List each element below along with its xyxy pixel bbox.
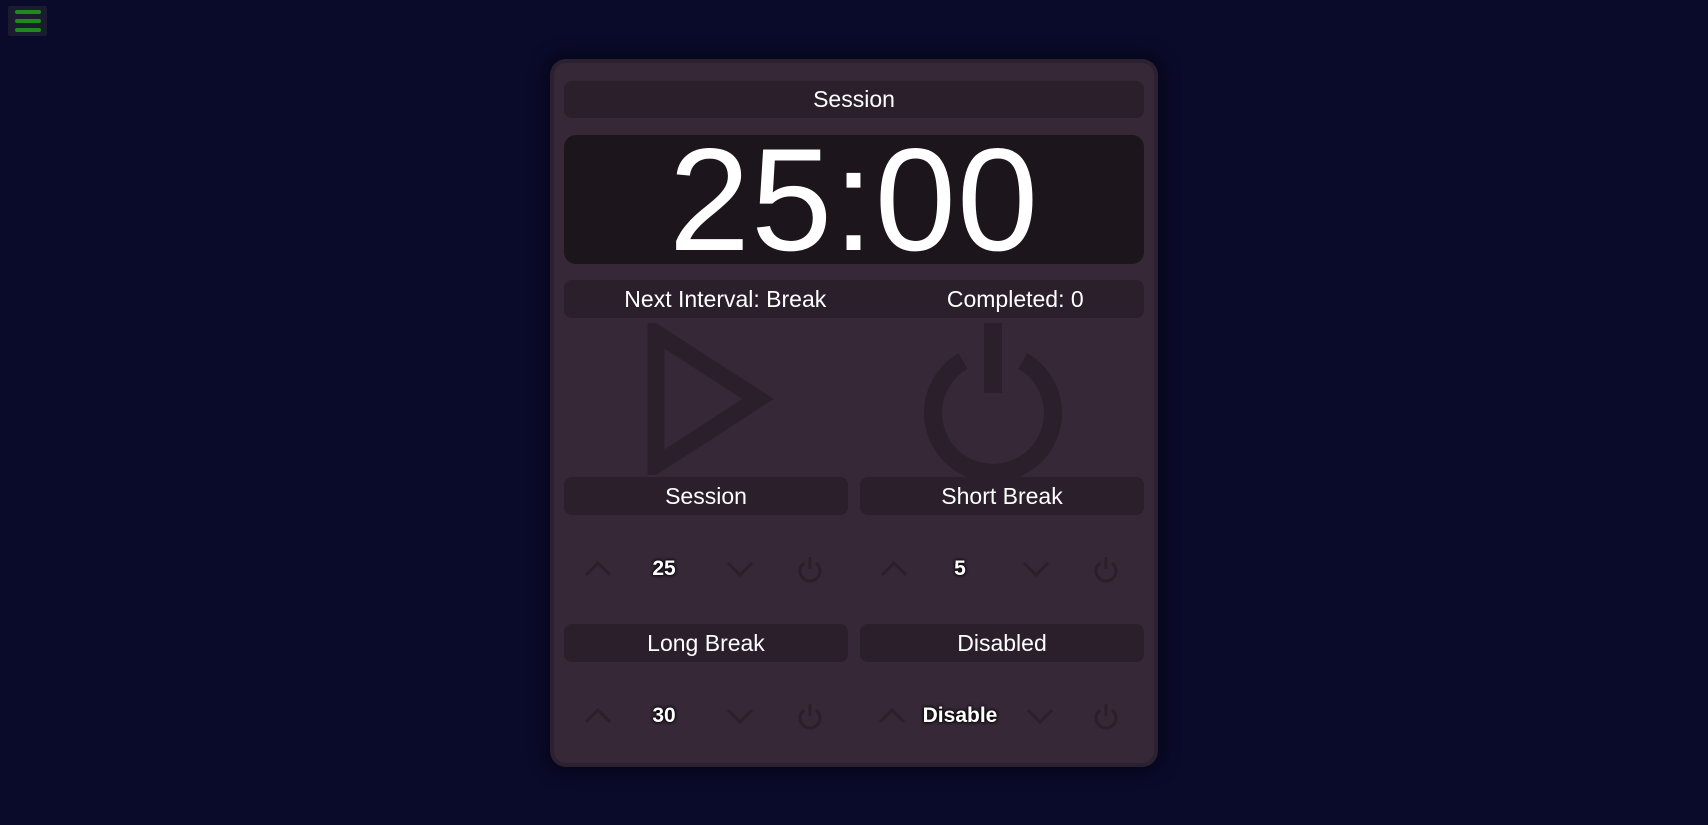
disabled-label: Disabled — [860, 624, 1144, 662]
timer-display: 25:00 — [564, 127, 1144, 273]
chevron-down-icon — [1026, 708, 1054, 725]
short-break-value: 5 — [954, 557, 966, 580]
session-controls: 25 — [564, 549, 848, 589]
power-icon — [1094, 557, 1118, 583]
chevron-up-icon — [880, 560, 908, 577]
disabled-toggle-button[interactable] — [1086, 696, 1126, 736]
session-toggle-button[interactable] — [790, 549, 830, 589]
menu-button[interactable] — [8, 6, 47, 36]
session-value: 25 — [652, 557, 676, 580]
short-break-decrease-button[interactable] — [1016, 549, 1056, 589]
chevron-down-icon — [1022, 561, 1050, 578]
chevron-down-icon — [726, 561, 754, 578]
short-break-toggle-button[interactable] — [1086, 549, 1126, 589]
short-break-controls: 5 — [860, 549, 1144, 589]
long-break-value: 30 — [652, 704, 676, 727]
hamburger-menu-icon — [14, 10, 41, 14]
session-decrease-button[interactable] — [720, 549, 760, 589]
long-break-label: Long Break — [564, 624, 848, 662]
chevron-up-icon — [878, 707, 906, 724]
disabled-increase-button[interactable] — [872, 696, 912, 736]
power-icon — [798, 557, 822, 583]
timer-panel: Session 25:00 Next Interval: Break Compl… — [554, 63, 1154, 763]
disabled-value: Disable — [922, 704, 998, 727]
status-bar: Next Interval: Break Completed: 0 — [564, 280, 1144, 318]
short-break-label: Short Break — [860, 477, 1144, 515]
short-break-increase-button[interactable] — [874, 549, 914, 589]
completed-count: Completed: 0 — [946, 285, 1084, 312]
session-increase-button[interactable] — [578, 549, 618, 589]
session-label: Session — [564, 477, 848, 515]
long-break-controls: 30 — [564, 696, 848, 736]
mode-title: Session — [564, 81, 1144, 118]
chevron-up-icon — [584, 707, 612, 724]
long-break-toggle-button[interactable] — [790, 696, 830, 736]
long-break-decrease-button[interactable] — [720, 696, 760, 736]
power-icon[interactable] — [923, 321, 1063, 477]
play-icon[interactable] — [646, 323, 776, 475]
power-icon — [798, 704, 822, 730]
chevron-up-icon — [584, 560, 612, 577]
power-icon — [1094, 704, 1118, 730]
long-break-increase-button[interactable] — [578, 696, 618, 736]
disabled-controls: Disable — [860, 696, 1144, 736]
next-interval-text: Next Interval: Break — [624, 285, 827, 312]
disabled-decrease-button[interactable] — [1020, 696, 1060, 736]
chevron-down-icon — [726, 708, 754, 725]
